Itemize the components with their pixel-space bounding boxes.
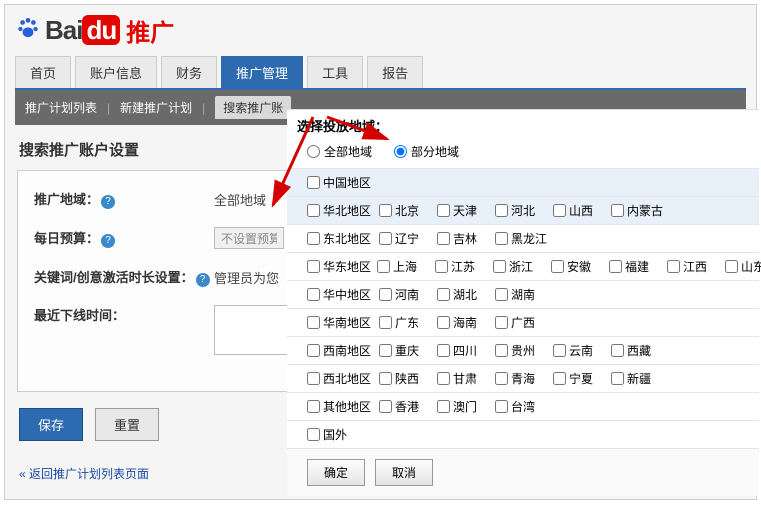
region-row-china: 中国地区 (287, 168, 759, 196)
region-row: 华中地区河南湖北湖南 (287, 280, 759, 308)
popup-title: 选择投放地域： (287, 110, 759, 139)
region-row: 西南地区重庆四川贵州云南西藏 (287, 336, 759, 364)
sub-nav-new-plan[interactable]: 新建推广计划 (120, 99, 192, 116)
checkbox-city[interactable]: 海南 (437, 314, 487, 331)
value-region: 全部地域 (214, 190, 266, 209)
paw-icon (15, 16, 41, 46)
checkbox-city[interactable]: 贵州 (495, 342, 545, 359)
sub-nav-search-account[interactable]: 搜索推广账 (215, 96, 291, 119)
main-tab-3[interactable]: 推广管理 (221, 56, 303, 88)
checkbox-city[interactable]: 甘肃 (437, 370, 487, 387)
region-row: 其他地区香港澳门台湾 (287, 392, 759, 420)
region-row: 华北地区北京天津河北山西内蒙古 (287, 196, 759, 224)
radio-all-regions[interactable]: 全部地域 (307, 143, 372, 160)
region-row: 东北地区辽宁吉林黑龙江 (287, 224, 759, 252)
checkbox-city[interactable]: 陕西 (379, 370, 429, 387)
checkbox-city[interactable]: 香港 (379, 398, 429, 415)
checkbox-city[interactable]: 内蒙古 (611, 202, 663, 219)
checkbox-region[interactable]: 其他地区 (307, 398, 371, 415)
checkbox-city[interactable]: 江苏 (435, 258, 485, 275)
ok-button[interactable]: 确定 (307, 459, 365, 486)
checkbox-city[interactable]: 湖北 (437, 286, 487, 303)
value-keyword: 管理员为您 (214, 268, 279, 287)
label-budget: 每日预算：? (34, 228, 214, 248)
popup-footer: 确定 取消 (287, 448, 759, 496)
main-nav: 首页账户信息财务推广管理工具报告 (15, 56, 746, 90)
checkbox-region[interactable]: 华中地区 (307, 286, 371, 303)
checkbox-city[interactable]: 山西 (553, 202, 603, 219)
checkbox-region[interactable]: 西南地区 (307, 342, 371, 359)
checkbox-city[interactable]: 北京 (379, 202, 429, 219)
budget-input[interactable] (214, 227, 284, 249)
checkbox-city[interactable]: 青海 (495, 370, 545, 387)
region-popup: 选择投放地域： 全部地域 部分地域 中国地区华北地区北京天津河北山西内蒙古东北地… (287, 109, 759, 496)
back-link[interactable]: « 返回推广计划列表页面 (19, 465, 149, 482)
reset-button[interactable]: 重置 (95, 408, 159, 441)
checkbox-city[interactable]: 天津 (437, 202, 487, 219)
checkbox-city[interactable]: 安徽 (551, 258, 601, 275)
logo-text: Baidu (45, 15, 120, 46)
main-tab-4[interactable]: 工具 (307, 56, 363, 88)
checkbox-region[interactable]: 东北地区 (307, 230, 371, 247)
checkbox-city[interactable]: 上海 (377, 258, 427, 275)
checkbox-city[interactable]: 新疆 (611, 370, 661, 387)
help-icon[interactable]: ? (196, 273, 210, 287)
radio-row: 全部地域 部分地域 (287, 139, 759, 168)
region-row-foreign: 国外 (287, 420, 759, 448)
checkbox-city[interactable]: 江西 (667, 258, 717, 275)
checkbox-region[interactable]: 西北地区 (307, 370, 371, 387)
label-keyword: 关键词/创意激活时长设置：? (34, 267, 214, 287)
checkbox-city[interactable]: 台湾 (495, 398, 545, 415)
checkbox-region[interactable]: 华南地区 (307, 314, 371, 331)
help-icon[interactable]: ? (101, 195, 115, 209)
checkbox-city[interactable]: 吉林 (437, 230, 487, 247)
checkbox-city[interactable]: 湖南 (495, 286, 545, 303)
checkbox-city[interactable]: 福建 (609, 258, 659, 275)
separator: | (107, 101, 110, 115)
checkbox-city[interactable]: 浙江 (493, 258, 543, 275)
main-tab-2[interactable]: 财务 (161, 56, 217, 88)
sub-nav-plan-list[interactable]: 推广计划列表 (25, 99, 97, 116)
main-tab-0[interactable]: 首页 (15, 56, 71, 88)
region-row: 西北地区陕西甘肃青海宁夏新疆 (287, 364, 759, 392)
checkbox-city[interactable]: 辽宁 (379, 230, 429, 247)
label-region: 推广地域：? (34, 189, 214, 209)
logo: Baidu 推广 (15, 13, 746, 48)
checkbox-city[interactable]: 重庆 (379, 342, 429, 359)
radio-partial-regions[interactable]: 部分地域 (394, 143, 459, 160)
checkbox-china-region[interactable]: 中国地区 (307, 174, 371, 191)
region-row: 华南地区广东海南广西 (287, 308, 759, 336)
checkbox-region[interactable]: 华北地区 (307, 202, 371, 219)
logo-suffix: 推广 (126, 13, 174, 48)
checkbox-city[interactable]: 河南 (379, 286, 429, 303)
label-offline: 最近下线时间： (34, 305, 214, 324)
checkbox-city[interactable]: 广西 (495, 314, 545, 331)
separator: | (202, 101, 205, 115)
checkbox-city[interactable]: 黑龙江 (495, 230, 547, 247)
checkbox-foreign[interactable]: 国外 (307, 426, 369, 443)
region-row: 华东地区上海江苏浙江安徽福建江西山东 (287, 252, 759, 280)
main-tab-1[interactable]: 账户信息 (75, 56, 157, 88)
checkbox-region[interactable]: 华东地区 (307, 258, 369, 275)
help-icon[interactable]: ? (101, 234, 115, 248)
cancel-button[interactable]: 取消 (375, 459, 433, 486)
main-tab-5[interactable]: 报告 (367, 56, 423, 88)
save-button[interactable]: 保存 (19, 408, 83, 441)
checkbox-city[interactable]: 宁夏 (553, 370, 603, 387)
checkbox-city[interactable]: 西藏 (611, 342, 661, 359)
checkbox-city[interactable]: 澳门 (437, 398, 487, 415)
checkbox-city[interactable]: 山东 (725, 258, 761, 275)
checkbox-city[interactable]: 河北 (495, 202, 545, 219)
checkbox-city[interactable]: 广东 (379, 314, 429, 331)
checkbox-city[interactable]: 云南 (553, 342, 603, 359)
checkbox-city[interactable]: 四川 (437, 342, 487, 359)
